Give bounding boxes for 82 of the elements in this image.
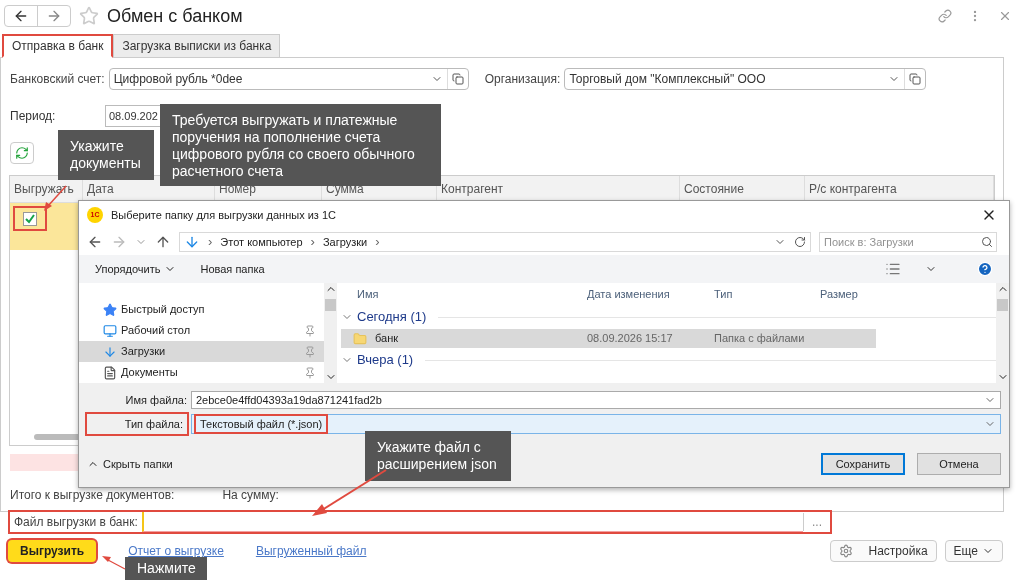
- field-label: Период:: [10, 108, 57, 125]
- check-icon: [25, 213, 35, 224]
- scroll-thumb[interactable]: [325, 299, 336, 311]
- totals-label: Итого к выгрузке документов:: [10, 487, 175, 504]
- address-bar[interactable]: › Этот компьютер › Загрузки ›: [179, 232, 811, 252]
- report-link[interactable]: Отчет о выгрузке: [128, 542, 224, 560]
- arrow: [102, 556, 126, 570]
- hint-callout: Нажмите: [125, 557, 207, 580]
- pin-icon[interactable]: [304, 366, 316, 379]
- nav-item[interactable]: Рабочий стол: [79, 320, 324, 341]
- column-header[interactable]: Размер: [816, 285, 886, 303]
- favorite-icon[interactable]: [79, 6, 99, 26]
- scroll-thumb[interactable]: [997, 299, 1008, 311]
- file-link[interactable]: Выгруженный файл: [255, 542, 367, 560]
- more-button[interactable]: Еще: [944, 540, 1003, 562]
- search-field[interactable]: Поиск в: Загрузки: [819, 232, 997, 252]
- tab[interactable]: Загрузка выписки из банка: [113, 34, 281, 58]
- browse-button[interactable]: ...: [803, 513, 830, 531]
- export-button[interactable]: Выгрузить: [8, 540, 97, 562]
- group-header[interactable]: Вчера (1): [357, 350, 414, 370]
- field-label: Банковский счет:: [10, 71, 105, 88]
- download-icon: [184, 234, 200, 250]
- nav-item[interactable]: Загрузки: [79, 341, 324, 362]
- star-icon: [103, 302, 117, 317]
- hide-folders-button[interactable]: Скрыть папки: [87, 455, 173, 473]
- file-name-field[interactable]: 2ebce0e4ffd04393a19da871241fad2b: [191, 391, 1001, 409]
- organization-select[interactable]: Торговый дом "Комплексный" ООО: [564, 68, 927, 90]
- file-type-select[interactable]: Текстовый файл (*.json): [191, 414, 1001, 434]
- pin-icon[interactable]: [304, 324, 316, 337]
- up-icon[interactable]: [155, 234, 171, 250]
- open-icon[interactable]: [909, 73, 922, 85]
- scrollbar[interactable]: [996, 283, 1009, 383]
- document-icon: [103, 365, 117, 380]
- breadcrumb-separator: ›: [208, 233, 213, 252]
- settings-button[interactable]: Настройка: [829, 540, 937, 562]
- refresh-icon[interactable]: [15, 146, 29, 160]
- breadcrumb[interactable]: Загрузки: [322, 233, 368, 251]
- link-icon[interactable]: [938, 9, 952, 23]
- settings-icon[interactable]: [838, 544, 853, 558]
- back-icon[interactable]: [87, 234, 103, 250]
- hint-callout: Укажите файл с расширением json: [365, 431, 511, 481]
- column-header[interactable]: Тип: [710, 285, 816, 303]
- refresh-icon[interactable]: [794, 236, 806, 248]
- dialog-button[interactable]: Отмена: [917, 453, 1001, 475]
- export-file-field[interactable]: Файл выгрузки в банк: ...: [8, 510, 832, 534]
- toolbar-button[interactable]: Упорядочить: [95, 260, 177, 278]
- monitor-icon: [103, 323, 117, 338]
- view-icon[interactable]: [885, 261, 901, 277]
- back-icon[interactable]: [13, 8, 29, 24]
- toolbar-button[interactable]: Новая папка: [200, 260, 265, 278]
- breadcrumb[interactable]: Этот компьютер: [220, 233, 303, 251]
- refresh-button[interactable]: [10, 142, 34, 164]
- open-icon[interactable]: [451, 73, 464, 85]
- help-icon[interactable]: [977, 261, 993, 277]
- dialog-button[interactable]: Сохранить: [821, 453, 905, 475]
- nav-item[interactable]: Быстрый доступ: [79, 299, 324, 320]
- group-header[interactable]: Сегодня (1): [357, 307, 427, 327]
- column-header[interactable]: Имя: [341, 285, 583, 303]
- nav-item[interactable]: Документы: [79, 362, 324, 383]
- message-bar: [10, 454, 80, 471]
- search-icon: [981, 236, 993, 248]
- window-title: Обмен с банком: [107, 4, 243, 28]
- column-header[interactable]: Дата изменения: [583, 285, 710, 303]
- scrollbar[interactable]: [324, 283, 337, 383]
- field-label: Организация:: [484, 71, 561, 88]
- folder-icon: [353, 331, 367, 346]
- field-label: Имя файла:: [124, 392, 187, 408]
- field-label: Тип файла:: [87, 413, 187, 435]
- totals-label: На сумму:: [222, 487, 279, 504]
- checkbox[interactable]: [13, 206, 47, 231]
- forward-icon[interactable]: [46, 8, 62, 24]
- dialog-title: Выберите папку для выгрузки данных из 1С: [111, 207, 338, 223]
- download-icon: [103, 344, 117, 359]
- hint-callout: Требуется выгружать и платежные поручения на пополнение счета цифрового рубля со своего обычного расчетного счета: [160, 104, 441, 186]
- breadcrumb-separator: ›: [375, 233, 380, 252]
- tab[interactable]: Отправка в банк: [2, 34, 114, 58]
- bank-account-select[interactable]: Цифровой рубль *0dee: [108, 68, 469, 90]
- forward-icon[interactable]: [111, 234, 127, 250]
- hint-callout: Укажите документы: [58, 130, 154, 180]
- pin-icon[interactable]: [304, 345, 316, 358]
- breadcrumb-separator: ›: [310, 233, 315, 252]
- file-row[interactable]: банк 08.09.2026 15:17 Папка с файлами: [341, 329, 876, 348]
